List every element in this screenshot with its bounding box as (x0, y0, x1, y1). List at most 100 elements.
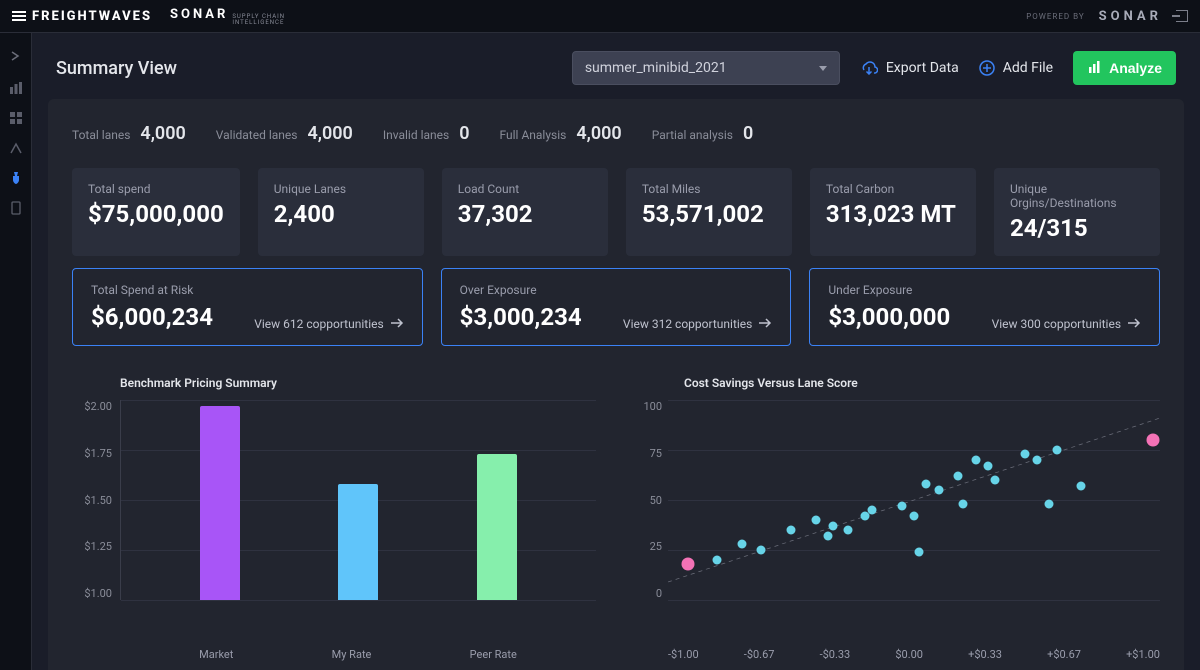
risk-cards-row: Total Spend at Risk $6,000,234 View 612 co… (72, 268, 1160, 346)
lane-stat: Validated lanes4,000 (216, 123, 353, 144)
topbar-right: POWERED BY SONAR (1026, 9, 1188, 24)
nav-document-icon[interactable] (8, 200, 24, 216)
analyze-label: Analyze (1109, 60, 1162, 76)
nav-grid-icon[interactable] (8, 110, 24, 126)
stat-label: Full Analysis (500, 128, 567, 142)
chart-bar-icon (1087, 60, 1101, 77)
data-point[interactable] (1052, 446, 1061, 455)
data-point[interactable] (983, 462, 992, 471)
data-point[interactable] (811, 516, 820, 525)
metric-cards-row: Total spend$75,000,000 Unique Lanes 2,400 L… (72, 168, 1160, 256)
logout-icon[interactable] (1176, 10, 1188, 22)
stat-label: Invalid lanes (383, 128, 449, 142)
lane-stat: Full Analysis4,000 (500, 123, 622, 144)
data-point[interactable] (823, 532, 832, 541)
x-tick: -$1.00 (668, 648, 699, 661)
data-point[interactable] (1146, 434, 1159, 447)
nav-dashboard-icon[interactable] (8, 80, 24, 96)
data-point[interactable] (757, 546, 766, 555)
bars-icon (12, 11, 26, 21)
x-tick: $0.00 (895, 648, 923, 661)
data-point[interactable] (868, 506, 877, 515)
main-content: Summary View summer_minibid_2021 Export … (32, 33, 1200, 670)
lane-stat: Partial analysis0 (652, 123, 754, 144)
risk-label: Total Spend at Risk (91, 283, 213, 297)
data-point[interactable] (991, 476, 1000, 485)
data-point[interactable] (1077, 482, 1086, 491)
add-file-button[interactable]: Add File (979, 60, 1053, 76)
metric-label: Total Miles (642, 182, 776, 196)
metric-label: Unique Lanes (274, 182, 408, 196)
page-title: Summary View (56, 58, 177, 79)
arrow-right-icon (758, 317, 772, 331)
metric-card: Total spend$75,000,000 (72, 168, 240, 256)
y-tick: 25 (650, 540, 662, 553)
chart-row: Benchmark Pricing Summary $2.00$1.75$1.5… (72, 376, 1160, 661)
chevron-down-icon (819, 66, 827, 71)
page-header: Summary View summer_minibid_2021 Export … (32, 33, 1200, 99)
metric-label: Unique Orgins/Destinations (1010, 182, 1144, 210)
data-point[interactable] (828, 522, 837, 531)
sonar-subtext2: INTELLIGENCE (232, 20, 285, 26)
stat-value: 4,000 (140, 123, 185, 144)
data-point[interactable] (843, 526, 852, 535)
metric-card: Load Count37,302 (442, 168, 608, 256)
risk-label: Over Exposure (460, 283, 582, 297)
file-selector[interactable]: summer_minibid_2021 (572, 51, 840, 85)
data-point[interactable] (954, 472, 963, 481)
risk-view-link[interactable]: View 612 copportunities (254, 317, 403, 331)
data-point[interactable] (971, 456, 980, 465)
data-point[interactable] (787, 526, 796, 535)
lane-stat-line: Total lanes4,000Validated lanes4,000Inva… (72, 123, 1160, 144)
risk-link-text: View 312 copportunities (623, 317, 752, 331)
bar-y-axis: $2.00$1.75$1.50$1.25$1.00 (72, 400, 120, 600)
x-tick: Peer Rate (470, 648, 517, 661)
risk-value: $6,000,234 (91, 303, 213, 331)
x-tick: +$0.67 (1047, 648, 1081, 661)
bar[interactable] (200, 406, 240, 600)
data-point[interactable] (1033, 456, 1042, 465)
nav-analysis-icon[interactable] (8, 170, 24, 186)
plus-circle-icon (979, 60, 995, 76)
x-tick: +$0.33 (968, 648, 1002, 661)
risk-card: Over Exposure$3,000,234View 312 copportu… (441, 268, 792, 346)
metric-value: 2,400 (274, 200, 408, 228)
data-point[interactable] (922, 480, 931, 489)
sidebar-expand-icon[interactable] (10, 47, 22, 66)
chart-title-2: Cost Savings Versus Lane Score (684, 376, 1160, 390)
arrow-right-icon (390, 317, 404, 331)
metric-value: 24/315 (1010, 214, 1144, 242)
risk-value: $3,000,000 (828, 303, 950, 331)
nav-routes-icon[interactable] (8, 140, 24, 156)
bar[interactable] (477, 454, 517, 600)
data-point[interactable] (914, 548, 923, 557)
y-tick: 0 (656, 587, 662, 600)
arrow-right-icon (1127, 317, 1141, 331)
data-point[interactable] (713, 556, 722, 565)
bar[interactable] (338, 484, 378, 600)
data-point[interactable] (897, 502, 906, 511)
data-point[interactable] (934, 486, 943, 495)
y-tick: 50 (650, 494, 662, 507)
data-point[interactable] (959, 500, 968, 509)
y-tick: $1.75 (84, 447, 112, 460)
x-tick: My Rate (332, 648, 372, 661)
stat-label: Validated lanes (216, 128, 298, 142)
x-tick: +$1.00 (1126, 648, 1160, 661)
risk-link-text: View 300 copportunities (992, 317, 1121, 331)
risk-view-link[interactable]: View 300 copportunities (992, 317, 1141, 331)
data-point[interactable] (1020, 450, 1029, 459)
data-point[interactable] (737, 540, 746, 549)
sonar-logo[interactable]: SONAR SUPPLY CHAIN INTELLIGENCE (170, 7, 285, 26)
x-tick: Market (199, 648, 233, 661)
freightwaves-logo[interactable]: FREIGHTWAVES (12, 9, 152, 24)
analyze-button[interactable]: Analyze (1073, 51, 1176, 85)
risk-label: Under Exposure (828, 283, 950, 297)
data-point[interactable] (1045, 500, 1054, 509)
export-data-button[interactable]: Export Data (860, 60, 959, 76)
risk-view-link[interactable]: View 312 copportunities (623, 317, 772, 331)
data-point[interactable] (910, 512, 919, 521)
scatter-plot-area (668, 400, 1160, 600)
metric-value: 313,023 MT (826, 200, 960, 228)
data-point[interactable] (681, 558, 694, 571)
